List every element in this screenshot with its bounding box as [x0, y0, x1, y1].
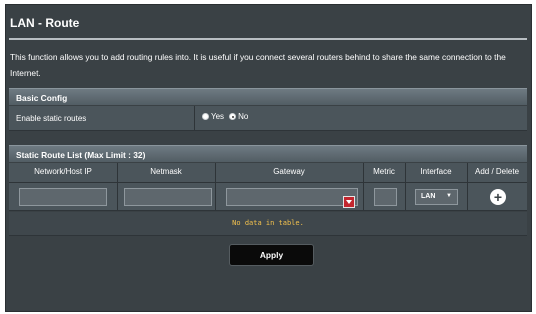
enable-static-routes-options: Yes No	[202, 112, 253, 121]
page-title: LAN - Route	[10, 16, 80, 30]
network-host-ip-input[interactable]	[19, 188, 107, 206]
column-divider	[467, 183, 468, 211]
radio-no-label[interactable]: No	[238, 112, 248, 121]
route-input-row: LAN ▼ +	[9, 183, 527, 211]
gateway-dropdown-button[interactable]	[343, 196, 355, 208]
column-divider	[363, 183, 364, 211]
interface-value: LAN	[421, 193, 436, 200]
column-divider	[405, 163, 406, 183]
column-divider	[215, 183, 216, 211]
radio-yes[interactable]	[202, 113, 209, 120]
column-divider	[467, 163, 468, 183]
interface-select[interactable]: LAN ▼	[415, 189, 458, 205]
column-netmask: Netmask	[150, 167, 182, 176]
basic-config-header: Basic Config	[9, 88, 527, 105]
page-description: This function allows you to add routing …	[10, 52, 506, 78]
column-network-host-ip: Network/Host IP	[34, 167, 92, 176]
column-divider	[117, 163, 118, 183]
apply-button[interactable]: Apply	[229, 244, 314, 266]
title-divider	[9, 38, 527, 40]
route-table-header: Network/Host IP Netmask Gateway Metric I…	[9, 163, 527, 183]
netmask-input[interactable]	[124, 188, 212, 206]
metric-input[interactable]	[374, 188, 397, 206]
column-metric: Metric	[373, 167, 395, 176]
column-divider	[405, 183, 406, 211]
column-add-delete: Add / Delete	[474, 167, 520, 176]
column-divider	[194, 106, 195, 131]
enable-static-routes-row: Enable static routes Yes No	[9, 106, 527, 131]
column-divider	[117, 183, 118, 211]
column-divider	[215, 163, 216, 183]
enable-static-routes-label: Enable static routes	[16, 114, 87, 123]
gateway-input[interactable]	[226, 188, 358, 208]
column-divider	[363, 163, 364, 183]
column-interface: Interface	[420, 167, 452, 176]
static-route-list-header: Static Route List (Max Limit : 32)	[9, 145, 527, 162]
empty-table-row: No data in table.	[9, 212, 527, 236]
radio-yes-label[interactable]: Yes	[211, 112, 224, 121]
empty-table-message: No data in table.	[232, 219, 304, 227]
radio-no[interactable]	[229, 113, 237, 120]
column-gateway: Gateway	[273, 167, 305, 176]
add-route-button[interactable]: +	[490, 189, 506, 205]
chevron-down-icon: ▼	[446, 193, 452, 199]
